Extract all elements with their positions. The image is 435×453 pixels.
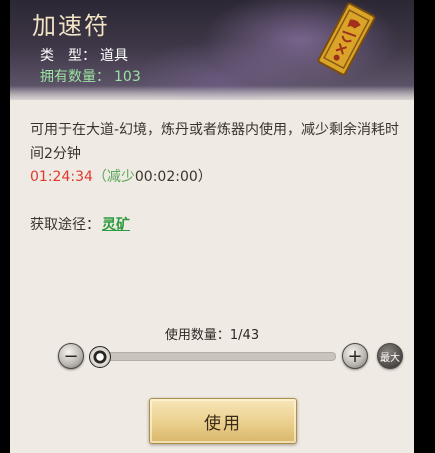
source-row: 获取途径： 灵矿: [30, 214, 130, 234]
item-description: 可用于在大道-幻境，炼丹或者炼器内使用，减少剩余消耗时间2分钟: [30, 122, 400, 162]
use-button[interactable]: 使用: [149, 398, 297, 444]
remaining-time: 01:24:34: [30, 169, 93, 185]
timer-line: 01:24:34（减少00:02:00）: [30, 166, 212, 186]
paren-close: ）: [197, 169, 212, 185]
quantity-label-row: 使用数量：1/43: [10, 324, 414, 343]
item-count-value: 103: [114, 69, 141, 85]
item-count-row: 拥有数量： 103: [40, 66, 141, 86]
slider-thumb[interactable]: [89, 346, 111, 368]
item-detail-panel: 加速符 类 型： 道具 拥有数量： 103 可用于在大道-幻境，炼丹或者炼器内使用，…: [10, 0, 414, 453]
max-button[interactable]: 最大: [377, 343, 403, 369]
increase-button[interactable]: +: [342, 343, 368, 369]
talisman-scroll-icon: [317, 2, 376, 76]
item-count-label: 拥有数量：: [40, 69, 110, 85]
minus-icon: −: [63, 345, 79, 367]
max-label: 最大: [380, 352, 400, 364]
plus-icon: +: [347, 345, 363, 367]
source-link[interactable]: 灵矿: [102, 217, 130, 233]
item-type-value: 道具: [100, 48, 128, 64]
quantity-value: 1/43: [229, 328, 260, 343]
quantity-slider[interactable]: [89, 346, 336, 368]
decrease-button[interactable]: −: [58, 343, 84, 369]
reduce-value: 00:02:00: [134, 169, 198, 185]
reduce-label: 减少: [106, 169, 135, 185]
use-button-label: 使用: [204, 413, 242, 434]
item-title: 加速符: [32, 12, 110, 40]
quantity-label: 使用数量：: [164, 328, 230, 343]
source-label: 获取途径：: [30, 217, 100, 233]
header-fade: [10, 86, 414, 102]
paren-open: （: [92, 169, 107, 185]
item-type-row: 类 型： 道具: [40, 45, 128, 65]
item-type-label: 类 型：: [40, 48, 96, 64]
